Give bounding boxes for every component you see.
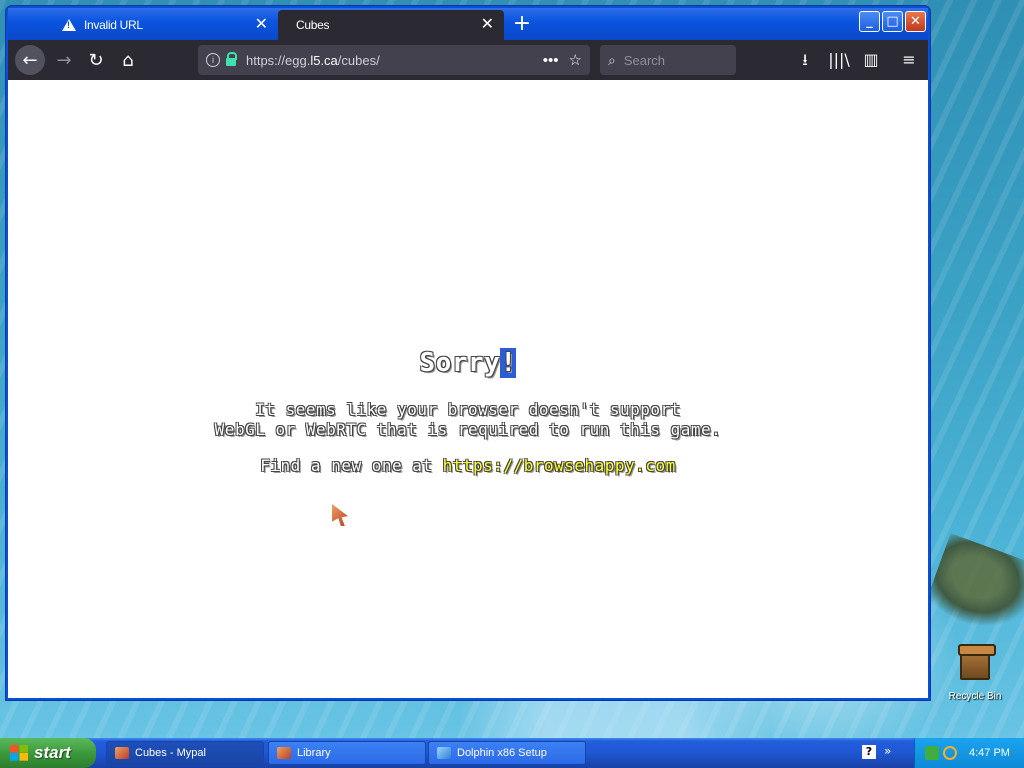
url-prefix: https://egg. (246, 52, 311, 68)
taskbar-item-dolphin-setup[interactable]: Dolphin x86 Setup (428, 741, 586, 765)
chevron-up-icon[interactable]: » (884, 744, 891, 758)
tab-cubes[interactable]: Cubes ✕ (278, 10, 504, 40)
search-icon: ⌕ (608, 51, 616, 68)
taskbar: start Cubes - Mypal Library Dolphin x86 … (0, 738, 1024, 768)
library-icon[interactable]: |||\ (828, 50, 850, 70)
system-tray: 4:47 PM (914, 738, 1024, 768)
reload-icon: ↻ (88, 49, 104, 71)
sidebar-icon[interactable]: ▥ (860, 50, 882, 70)
page-title: Sorry! (8, 348, 928, 378)
reload-button[interactable]: ↻ (81, 45, 111, 75)
back-button[interactable]: ← (15, 45, 45, 75)
windows-logo-icon (10, 745, 28, 761)
close-window-button[interactable]: ✕ (905, 11, 926, 32)
browser-icon (277, 747, 291, 759)
warning-icon (62, 19, 76, 31)
recycle-bin-icon[interactable]: Recycle Bin (944, 644, 1006, 703)
url-path: /cubes/ (337, 52, 380, 68)
url-text[interactable]: https://egg.l5.ca/cubes/ (246, 53, 533, 68)
mouse-cursor-icon (332, 504, 348, 526)
bookmark-star-icon[interactable]: ☆ (569, 51, 582, 69)
home-icon: ⌂ (122, 49, 134, 71)
message-line-2: WebGL or WebRTC that is required to run … (214, 420, 722, 439)
tab-title: Cubes (296, 18, 330, 32)
arrow-right-icon: → (56, 49, 72, 71)
title-selection: ! (500, 348, 517, 378)
title-bar: Invalid URL ✕ Cubes ✕ + _ □ ✕ (8, 8, 928, 40)
new-tab-button[interactable]: + (508, 12, 536, 38)
message-line-1: It seems like your browser doesn't suppo… (255, 400, 681, 419)
task-label: Dolphin x86 Setup (457, 747, 547, 759)
close-tab-icon[interactable]: ✕ (255, 17, 268, 33)
start-button[interactable]: start (0, 738, 96, 768)
tab-invalid-url[interactable]: Invalid URL ✕ (52, 10, 278, 40)
page-content: Sorry! It seems like your browser doesn'… (8, 80, 928, 698)
url-host: l5.ca (310, 52, 338, 68)
taskbar-item-cubes[interactable]: Cubes - Mypal (106, 741, 264, 765)
task-label: Cubes - Mypal (135, 747, 206, 759)
message-prefix: Find a new one at (260, 456, 443, 475)
close-tab-icon[interactable]: ✕ (481, 17, 494, 33)
info-icon[interactable]: i (206, 53, 220, 67)
arrow-left-icon: ← (22, 49, 38, 71)
browsehappy-link[interactable]: https://browsehappy.com (443, 456, 676, 475)
recycle-bin-label: Recycle Bin (948, 691, 1002, 702)
tab-title: Invalid URL (84, 18, 143, 32)
browser-icon (115, 747, 129, 759)
start-label: start (34, 743, 71, 762)
network-icon[interactable] (925, 746, 939, 760)
recycle-bin-graphic (958, 644, 996, 680)
url-bar[interactable]: i https://egg.l5.ca/cubes/ ••• ☆ (198, 45, 590, 75)
clock: 4:47 PM (969, 747, 1010, 759)
title-text: Sorry (419, 348, 501, 378)
page-actions-icon[interactable]: ••• (543, 52, 559, 69)
message-line-3: Find a new one at https://browsehappy.co… (8, 456, 928, 475)
search-box[interactable]: ⌕ (600, 45, 736, 75)
minimize-button[interactable]: _ (859, 11, 880, 32)
search-tray-icon[interactable] (943, 746, 957, 760)
home-button[interactable]: ⌂ (113, 45, 143, 75)
browser-window: Invalid URL ✕ Cubes ✕ + _ □ ✕ ← → ↻ ⌂ i … (6, 6, 930, 700)
lock-icon (226, 52, 237, 66)
help-icon[interactable]: ? (862, 745, 876, 759)
task-label: Library (297, 747, 331, 759)
taskbar-item-library[interactable]: Library (268, 741, 426, 765)
maximize-button[interactable]: □ (882, 11, 903, 32)
search-input[interactable] (623, 52, 714, 68)
nav-toolbar: ← → ↻ ⌂ i https://egg.l5.ca/cubes/ ••• ☆… (8, 40, 928, 80)
starfish-decoration (923, 533, 1024, 643)
download-icon[interactable]: ⭳ (794, 50, 816, 70)
forward-button[interactable]: → (49, 45, 79, 75)
dolphin-icon (437, 747, 451, 759)
hamburger-menu-icon[interactable]: ≡ (898, 50, 920, 70)
